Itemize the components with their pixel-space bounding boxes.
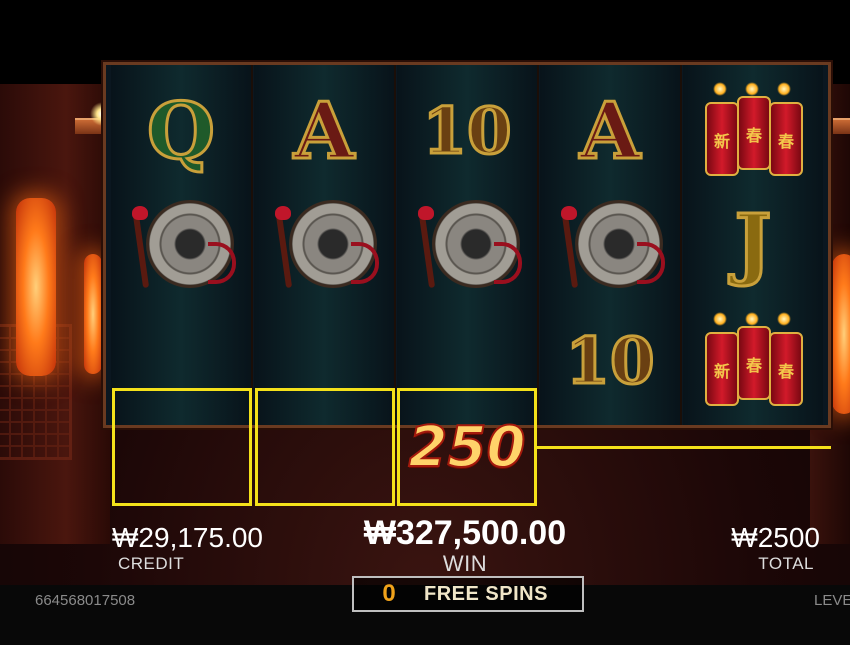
gong-icon (126, 194, 236, 294)
free-spins-counter: 0 FREE SPINS (352, 576, 584, 612)
left-lantern-far (84, 254, 102, 374)
firecracker-icon: 新 春 春 (703, 312, 803, 412)
free-spins-count: 0 (382, 580, 396, 607)
win-highlight-box (112, 388, 252, 506)
win-value: ₩327,500.00 (363, 514, 567, 552)
symbol-firecracker: 新 春 春 (683, 73, 823, 191)
left-lantern (16, 198, 56, 376)
credit-value: ₩29,175.00 (112, 522, 263, 553)
symbol-ten: 10 (564, 324, 656, 399)
gong-icon (269, 194, 379, 294)
reels-frame: Q A 10 A 10 新 春 春 J 新 春 春 (103, 62, 831, 428)
reel-5: 新 春 春 J 新 春 春 (683, 65, 823, 425)
symbol-firecracker: 新 春 春 (683, 303, 823, 421)
reel-1: Q (111, 65, 253, 425)
symbol-gong (397, 185, 537, 303)
total-value: ₩2500 (731, 522, 820, 553)
symbol-gong (540, 185, 680, 303)
gong-icon (555, 194, 665, 294)
credit-label: CREDIT (118, 554, 185, 573)
win-highlight-box (255, 388, 395, 506)
total-display: ₩2500 TOTAL (720, 522, 820, 574)
round-id: 664568017508 (35, 592, 136, 609)
total-label: TOTAL (758, 554, 814, 573)
payout-amount: 250 (408, 414, 527, 481)
symbol-a: A (578, 86, 642, 177)
right-lantern (832, 254, 850, 414)
reel-3: 10 (397, 65, 539, 425)
symbol-a: A (292, 86, 356, 177)
symbol-gong (111, 185, 251, 303)
win-label: WIN (442, 551, 488, 576)
symbol-gong (254, 185, 394, 303)
level-label: LEVE (814, 592, 850, 609)
symbol-j: J (733, 198, 773, 289)
firecracker-icon: 新 春 春 (703, 82, 803, 182)
gong-icon (412, 194, 522, 294)
symbol-ten: 10 (421, 94, 513, 169)
reel-2: A (254, 65, 396, 425)
reel-4: A 10 (540, 65, 682, 425)
credit-display: ₩29,175.00 CREDIT (112, 522, 263, 574)
win-display: ₩327,500.00 WIN (330, 514, 600, 577)
paylines-line (537, 446, 831, 449)
symbol-q: Q (146, 86, 217, 177)
free-spins-label: FREE SPINS (424, 582, 548, 605)
